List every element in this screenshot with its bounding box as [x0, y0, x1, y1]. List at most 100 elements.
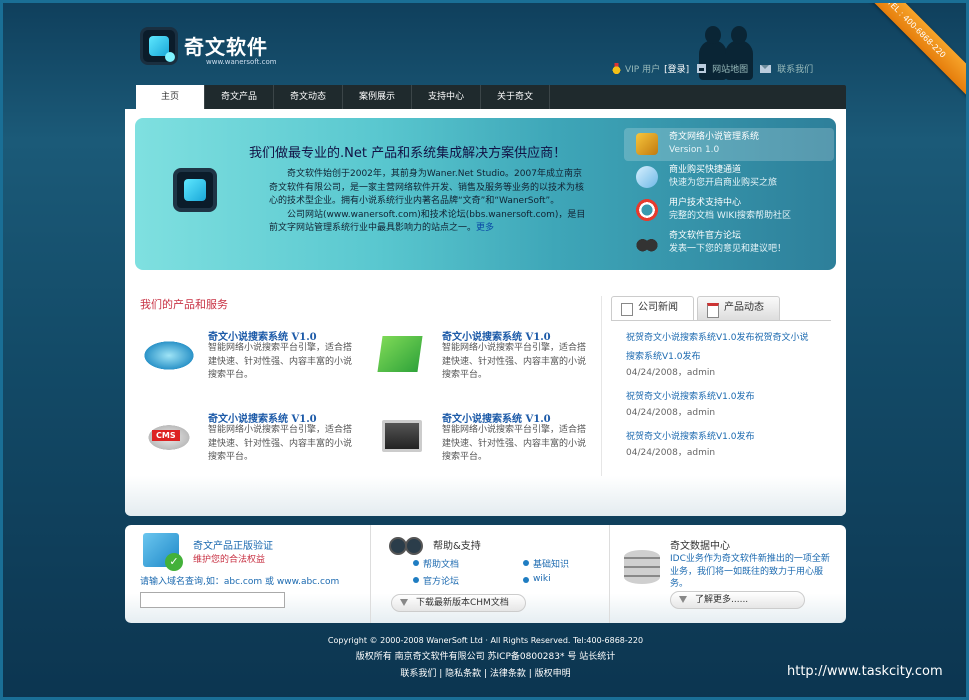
quicklink-subtitle: Version 1.0 [669, 145, 720, 155]
site-logo[interactable]: 奇文软件 www.wanersoft.com [140, 27, 290, 71]
learn-more-button[interactable]: 了解更多...... [670, 591, 805, 609]
main-content: 我们做最专业的.Net 产品和系统集成解决方案供应商！ 奇文软件始创于2002年… [125, 109, 846, 516]
binoculars-icon [389, 533, 423, 555]
news-tabs: 公司新闻 产品动态 [611, 296, 831, 320]
footer-company: 版权所有 南京奇文软件有限公司 苏ICP备0800283* 号 站长统计 [355, 652, 616, 662]
main-nav: 主页 奇文产品 奇文动态 案例展示 支持中心 关于奇文 [136, 85, 846, 109]
banner-more-link[interactable]: 更多 [476, 223, 494, 233]
news-title-link[interactable]: 祝贺奇文小说搜索系统V1.0发布 [626, 428, 816, 447]
logo-url: www.wanersoft.com [206, 58, 277, 66]
nav-tab-products[interactable]: 奇文产品 [205, 85, 274, 109]
hero-banner: 我们做最专业的.Net 产品和系统集成解决方案供应商！ 奇文软件始创于2002年… [135, 118, 836, 270]
sitemap-icon [697, 64, 707, 73]
quicklink-subtitle: 发表一下您的意见和建议吧！ [669, 244, 787, 254]
help-column: 帮助&支持 帮助文档 基础知识 官方论坛 wiki 下载最新版本CHM文档 [370, 525, 610, 623]
product-name[interactable]: 奇文小说搜索系统 V1.0 [208, 410, 317, 425]
help-docs-link[interactable]: 帮助文档 [413, 557, 459, 570]
news-title-link[interactable]: 祝贺奇文小说搜索系统V1.0发布 [626, 388, 816, 407]
login-link[interactable]: [登录] [664, 62, 689, 75]
logo-text: 奇文软件 [184, 35, 268, 59]
tab-company-news[interactable]: 公司新闻 [611, 296, 694, 320]
products-section-title: 我们的产品和服务 [140, 298, 228, 311]
datacenter-desc: IDC业务作为奇文软件新推出的一项全新业务，我们将一如既往的致力于用心服务。 [670, 554, 830, 589]
banner-logo-icon [173, 168, 217, 212]
product-name[interactable]: 奇文小说搜索系统 V1.0 [442, 328, 551, 343]
product-desc: 智能网络小说搜索平台引擎，适合搭建快速、针对性强、内容丰富的小说搜索平台。 [442, 343, 587, 380]
news-meta: 04/24/2008，admin [626, 448, 716, 458]
quicklink-support[interactable]: 用户技术支持中心 完整的文档 WIKI搜索帮助社区 [624, 194, 834, 227]
quicklink-title: 用户技术支持中心 [669, 198, 742, 208]
product-card[interactable]: 奇文小说搜索系统 V1.0 智能网络小说搜索平台引擎，适合搭建快速、针对性强、内… [374, 410, 594, 480]
product-card[interactable]: 奇文小说搜索系统 V1.0 智能网络小说搜索平台引擎，适合搭建快速、针对性强、内… [374, 328, 594, 398]
nav-tab-cases[interactable]: 案例展示 [343, 85, 412, 109]
footer-links[interactable]: 联系我们 | 隐私条款 | 法律条款 | 版权申明 [125, 666, 846, 683]
top-links: VIP 用户 [登录] 网站地图 联系我们 [612, 62, 817, 75]
domain-input[interactable] [140, 592, 285, 608]
contact-link[interactable]: 联系我们 [777, 62, 813, 75]
database-icon [624, 550, 660, 584]
news-list: 祝贺奇文小说搜索系统V1.0发布祝贺奇文小说搜索系统V1.0发布 04/24/2… [611, 320, 831, 460]
quicklink-novel-system[interactable]: 奇文网络小说管理系统 Version 1.0 [624, 128, 834, 161]
help-title: 帮助&支持 [433, 541, 481, 552]
footer: Copyright © 2000-2008 WanerSoft Ltd · Al… [125, 632, 846, 683]
verify-query-label: 请输入域名查询,如：abc.com 或 www.abc.com [140, 577, 340, 587]
quicklink-subtitle: 完整的文档 WIKI搜索帮助社区 [669, 211, 791, 221]
cms-icon [140, 410, 198, 460]
footer-copyright: Copyright © 2000-2008 WanerSoft Ltd · Al… [327, 636, 644, 645]
nav-tab-about[interactable]: 关于奇文 [481, 85, 550, 109]
banner-intro: 奇文软件始创于2002年，其前身为Waner.Net Studio。2007年成… [269, 168, 589, 236]
nav-tab-news[interactable]: 奇文动态 [274, 85, 343, 109]
news-item: 祝贺奇文小说搜索系统V1.0发布祝贺奇文小说搜索系统V1.0发布 04/24/2… [626, 329, 816, 380]
product-name[interactable]: 奇文小说搜索系统 V1.0 [208, 328, 317, 343]
disk-icon [140, 328, 198, 378]
news-panel: 公司新闻 产品动态 祝贺奇文小说搜索系统V1.0发布祝贺奇文小说搜索系统V1.0… [611, 296, 831, 491]
mail-icon [760, 64, 772, 73]
nav-tab-home[interactable]: 主页 [136, 85, 205, 109]
news-meta: 04/24/2008，admin [626, 408, 716, 418]
verify-title[interactable]: 奇文产品正版验证 [193, 537, 273, 552]
sitemap-link[interactable]: 网站地图 [712, 62, 748, 75]
quicklink-title: 奇文软件官方论坛 [669, 231, 742, 241]
forum-link[interactable]: 官方论坛 [413, 574, 459, 587]
download-chm-button[interactable]: 下载最新版本CHM文档 [391, 594, 526, 612]
banner-paragraph-2: 公司网站(www.wanersoft.com)和技术论坛(bbs.wanerso… [269, 209, 586, 234]
banner-title: 我们做最专业的.Net 产品和系统集成解决方案供应商！ [249, 146, 567, 161]
logo-icon [140, 27, 178, 65]
basics-link[interactable]: 基础知识 [523, 557, 569, 570]
verified-box-icon [143, 533, 183, 571]
datacenter-title: 奇文数据中心 [670, 541, 730, 552]
nav-tab-support[interactable]: 支持中心 [412, 85, 481, 109]
package-icon [636, 133, 658, 155]
verify-column: 奇文产品正版验证 维护您的合法权益 请输入域名查询,如：abc.com 或 ww… [125, 525, 365, 623]
news-meta: 04/24/2008，admin [626, 368, 716, 378]
cloud-icon [636, 166, 658, 188]
news-title-link[interactable]: 祝贺奇文小说搜索系统V1.0发布祝贺奇文小说搜索系统V1.0发布 [626, 329, 816, 367]
quicklink-title: 奇文网络小说管理系统 [669, 132, 760, 142]
quicklink-subtitle: 快速为您开启商业购买之旅 [669, 178, 778, 188]
product-desc: 智能网络小说搜索平台引擎，适合搭建快速、针对性强、内容丰富的小说搜索平台。 [208, 425, 353, 462]
quicklink-purchase[interactable]: 商业购买快捷通道 快速为您开启商业购买之旅 [624, 161, 834, 194]
banner-paragraph-1: 奇文软件始创于2002年，其前身为Waner.Net Studio。2007年成… [269, 169, 585, 206]
phone-ribbon: TEL : 400-6868-220 [841, 0, 969, 104]
section-divider [601, 296, 602, 496]
verify-subtitle: 维护您的合法权益 [193, 555, 266, 565]
news-item: 祝贺奇文小说搜索系统V1.0发布 04/24/2008，admin [626, 388, 816, 420]
quicklink-title: 商业购买快捷通道 [669, 165, 742, 175]
monitor-icon [382, 420, 422, 452]
product-desc: 智能网络小说搜索平台引擎，适合搭建快速、针对性强、内容丰富的小说搜索平台。 [208, 343, 353, 380]
tab-product-news[interactable]: 产品动态 [697, 296, 780, 320]
product-card[interactable]: 奇文小说搜索系统 V1.0 智能网络小说搜索平台引擎，适合搭建快速、针对性强、内… [140, 410, 360, 480]
vip-label: VIP 用户 [625, 65, 661, 75]
product-card[interactable]: 奇文小说搜索系统 V1.0 智能网络小说搜索平台引擎，适合搭建快速、针对性强、内… [140, 328, 360, 398]
news-item: 祝贺奇文小说搜索系统V1.0发布 04/24/2008，admin [626, 428, 816, 460]
product-name[interactable]: 奇文小说搜索系统 V1.0 [442, 410, 551, 425]
banner-quicklinks: 奇文网络小说管理系统 Version 1.0 商业购买快捷通道 快速为您开启商业… [624, 128, 834, 263]
magnifier-book-icon [377, 336, 423, 372]
wiki-link[interactable]: wiki [523, 574, 551, 584]
datacenter-column: 奇文数据中心 IDC业务作为奇文软件新推出的一项全新业务，我们将一如既往的致力于… [612, 525, 846, 623]
bottom-panel: 奇文产品正版验证 维护您的合法权益 请输入域名查询,如：abc.com 或 ww… [125, 525, 846, 623]
product-desc: 智能网络小说搜索平台引擎，适合搭建快速、针对性强、内容丰富的小说搜索平台。 [442, 425, 587, 462]
quicklink-forum[interactable]: 奇文软件官方论坛 发表一下您的意见和建议吧！ [624, 227, 834, 260]
lifebuoy-icon [636, 199, 658, 221]
more-news-link[interactable]: 查看更多新闻 [627, 474, 681, 487]
